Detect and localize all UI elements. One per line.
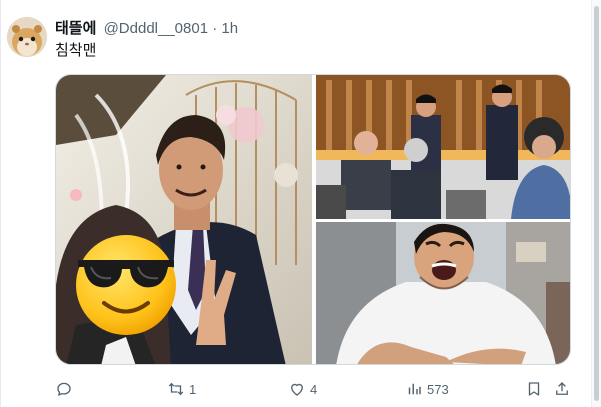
views-count: 573 [427, 381, 449, 397]
tweet-header: 태뜰에 @Ddddl__0801 · 1h [55, 20, 238, 38]
display-name[interactable]: 태뜰에 [55, 20, 96, 37]
retweet-icon [168, 382, 184, 396]
scrollbar-thumb[interactable] [594, 6, 599, 401]
bookmark-icon [528, 382, 540, 396]
heart-icon [291, 383, 303, 396]
like-count: 4 [310, 381, 318, 397]
action-bar: 1 4 573 [55, 378, 575, 400]
views-icon [408, 383, 421, 395]
tweet-text: 침착맨 [55, 42, 97, 59]
share-icon [556, 382, 568, 395]
reply-icon [57, 382, 71, 396]
retweet-count: 1 [189, 381, 197, 397]
avatar[interactable] [7, 17, 47, 57]
photo-laughing-man[interactable] [316, 222, 570, 364]
media-grid [55, 74, 571, 365]
photo-selfie[interactable] [56, 75, 312, 364]
scrollbar[interactable] [591, 0, 601, 407]
retweet-button[interactable]: 1 [167, 378, 196, 400]
laughing-man-image [316, 222, 570, 364]
hamster-avatar-image [7, 17, 47, 57]
separator-dot: · [212, 20, 218, 37]
user-handle[interactable]: @Ddddl__0801 [104, 20, 208, 37]
photo-event-room[interactable] [316, 75, 570, 219]
selfie-image [56, 75, 312, 364]
like-button[interactable]: 4 [288, 378, 317, 400]
event-room-image [316, 75, 570, 219]
share-button[interactable] [553, 378, 571, 400]
bookmark-button[interactable] [525, 378, 543, 400]
reply-button[interactable] [55, 378, 77, 400]
views-button[interactable]: 573 [405, 378, 449, 400]
timestamp[interactable]: 1h [221, 20, 238, 37]
